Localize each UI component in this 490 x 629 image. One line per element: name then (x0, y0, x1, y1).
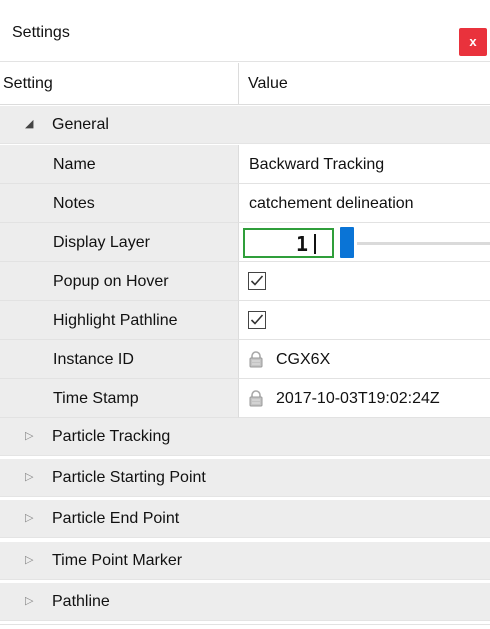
category-time-point-marker[interactable]: ▷ Time Point Marker (0, 542, 490, 580)
property-label: Instance ID (53, 351, 134, 368)
time-stamp-value: 2017-10-03T19:02:24Z (276, 390, 440, 407)
collapsed-triangle-icon[interactable]: ▷ (25, 470, 33, 483)
title-bar: Settings x (0, 0, 490, 62)
collapsed-triangle-icon[interactable]: ▷ (25, 553, 33, 566)
property-row-notes[interactable]: Notes catchement delineation (0, 184, 490, 223)
expanded-triangle-icon[interactable]: ◢ (25, 117, 33, 130)
property-label: Time Stamp (53, 390, 139, 407)
property-row-popup-on-hover[interactable]: Popup on Hover (0, 262, 490, 301)
property-name-cell: Display Layer (0, 223, 238, 262)
lock-icon (249, 390, 263, 407)
collapsed-triangle-icon[interactable]: ▷ (25, 511, 33, 524)
property-name-cell: Notes (0, 184, 238, 223)
highlight-pathline-checkbox[interactable] (248, 311, 266, 329)
popup-on-hover-value-cell[interactable] (238, 262, 490, 301)
settings-panel: Settings x Setting Value ◢ General Name … (0, 0, 490, 629)
display-layer-value-cell[interactable]: 1 (238, 223, 490, 262)
category-label: Pathline (52, 593, 110, 610)
category-particle-end-point[interactable]: ▷ Particle End Point (0, 500, 490, 538)
property-label: Display Layer (53, 234, 150, 251)
category-general[interactable]: ◢ General (0, 106, 490, 144)
notes-value[interactable]: catchement delineation (249, 195, 414, 213)
category-particle-tracking[interactable]: ▷ Particle Tracking (0, 418, 490, 456)
property-name-cell: Instance ID (0, 340, 238, 379)
value-column-header[interactable]: Value (248, 75, 288, 93)
property-name-cell: Popup on Hover (0, 262, 238, 301)
time-stamp-value-cell: 2017-10-03T19:02:24Z (238, 379, 490, 418)
close-icon: x (469, 34, 477, 49)
property-name-cell: Highlight Pathline (0, 301, 238, 340)
display-layer-slider-thumb[interactable] (340, 227, 354, 258)
close-button[interactable]: x (459, 28, 487, 56)
name-value-cell[interactable]: Backward Tracking (238, 145, 490, 184)
category-label: Particle Starting Point (52, 469, 206, 486)
property-row-highlight-pathline[interactable]: Highlight Pathline (0, 301, 490, 340)
panel-title: Settings (12, 24, 70, 41)
column-divider[interactable] (238, 63, 239, 105)
instance-id-value-cell: CGX6X (238, 340, 490, 379)
property-label: Notes (53, 195, 95, 212)
notes-value-cell[interactable]: catchement delineation (238, 184, 490, 223)
property-row-time-stamp[interactable]: Time Stamp 2017-10-03T19:02:24Z (0, 379, 490, 418)
name-value[interactable]: Backward Tracking (249, 156, 384, 174)
property-label: Name (53, 156, 96, 173)
property-row-name[interactable]: Name Backward Tracking (0, 145, 490, 184)
property-name-cell: Name (0, 145, 238, 184)
category-label: General (52, 116, 109, 133)
collapsed-triangle-icon[interactable]: ▷ (25, 429, 33, 442)
category-label: Particle End Point (52, 510, 180, 527)
instance-id-value: CGX6X (276, 351, 331, 368)
display-layer-input[interactable]: 1 (243, 228, 334, 258)
checkmark-icon (250, 275, 264, 286)
property-row-display-layer[interactable]: Display Layer 1 (0, 223, 490, 262)
column-headers: Setting Value (0, 63, 490, 105)
category-pathline[interactable]: ▷ Pathline (0, 583, 490, 621)
property-label: Popup on Hover (53, 273, 169, 290)
lock-icon (249, 351, 263, 368)
category-label: Time Point Marker (52, 552, 183, 569)
setting-column-header[interactable]: Setting (3, 75, 53, 93)
display-layer-value: 1 (295, 232, 308, 256)
checkmark-icon (250, 314, 264, 325)
property-label: Highlight Pathline (53, 312, 178, 329)
popup-on-hover-checkbox[interactable] (248, 272, 266, 290)
property-name-cell: Time Stamp (0, 379, 238, 418)
category-particle-starting-point[interactable]: ▷ Particle Starting Point (0, 459, 490, 497)
property-row-instance-id[interactable]: Instance ID CGX6X (0, 340, 490, 379)
display-layer-slider-track[interactable] (357, 242, 490, 245)
panel-bottom-border (0, 624, 490, 625)
text-caret (314, 234, 316, 254)
category-label: Particle Tracking (52, 428, 171, 445)
collapsed-triangle-icon[interactable]: ▷ (25, 594, 33, 607)
highlight-pathline-value-cell[interactable] (238, 301, 490, 340)
